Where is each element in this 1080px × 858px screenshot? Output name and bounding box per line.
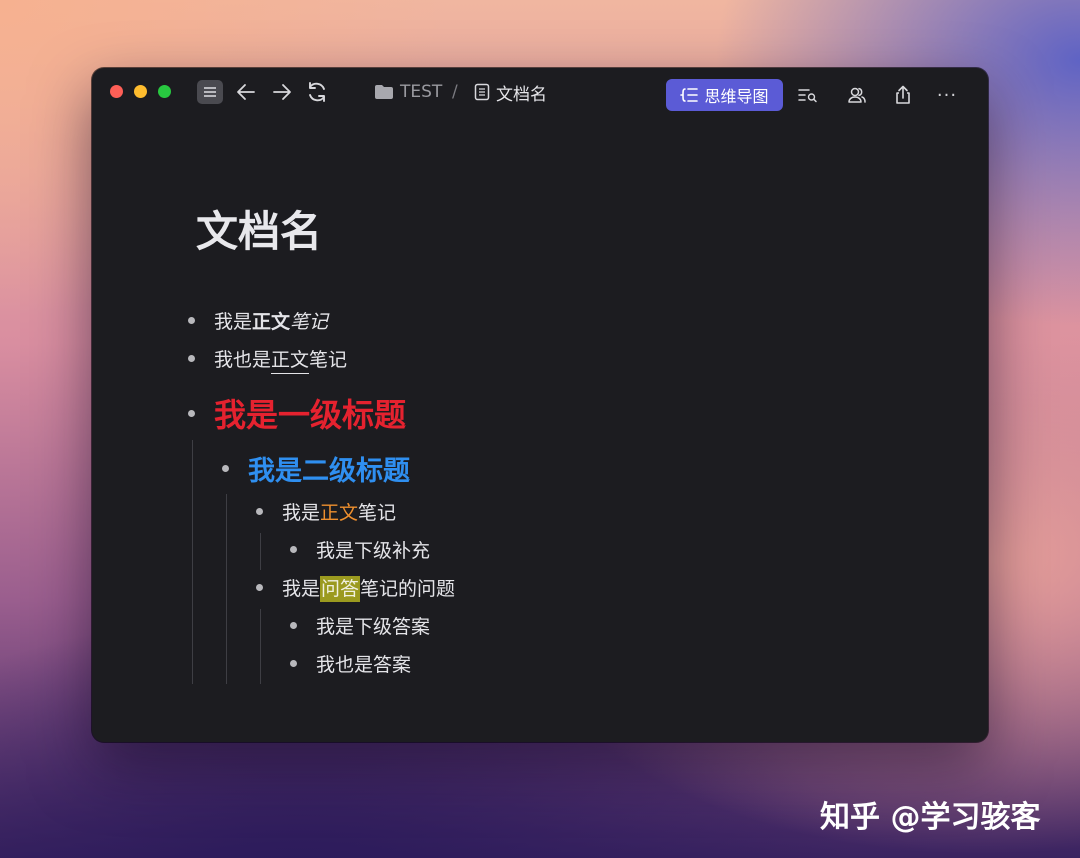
text-span: 我也是 — [214, 349, 272, 371]
breadcrumb-document-label: 文档名 — [496, 84, 547, 105]
bullet — [256, 508, 263, 515]
watermark: 知乎 @学习骇客 — [820, 800, 1041, 835]
text-span: 我是 — [214, 311, 253, 333]
menu-icon — [204, 87, 216, 97]
list-item[interactable]: 我是下级补充 — [290, 536, 430, 563]
bullet — [188, 317, 195, 324]
app-window: TEST / 文档名 思维导图 ··· 文档名 我是正文笔记 我也是正文笔记 我 — [92, 68, 988, 742]
colored-text: 正文 — [320, 502, 359, 524]
heading-2-item[interactable]: 我是二级标题 — [222, 449, 410, 488]
bullet — [290, 660, 297, 667]
mindmap-icon — [680, 88, 699, 102]
indent-guide — [192, 440, 193, 684]
heading-2-text: 我是二级标题 — [248, 456, 410, 487]
list-item-text: 我也是答案 — [316, 654, 412, 676]
heading-1-text: 我是一级标题 — [214, 396, 407, 434]
indent-guide — [260, 533, 261, 570]
mindmap-button[interactable]: 思维导图 — [666, 79, 783, 111]
underlined-text: 正文 — [271, 349, 310, 374]
bullet — [188, 355, 195, 362]
text-span: 笔记 — [358, 502, 397, 524]
arrow-left-icon — [237, 84, 255, 100]
bullet — [290, 622, 297, 629]
italic-text: 笔记 — [290, 311, 329, 333]
folder-icon — [375, 85, 393, 99]
sidebar-toggle-button[interactable] — [197, 80, 223, 104]
outline-search-button[interactable] — [795, 82, 821, 108]
breadcrumb-folder[interactable]: TEST — [374, 80, 442, 104]
sync-button[interactable] — [304, 80, 330, 104]
text-span: 笔记的问题 — [360, 578, 456, 600]
text-span: 我是 — [282, 578, 321, 600]
mindmap-button-label: 思维导图 — [704, 87, 769, 106]
list-item[interactable]: 我也是答案 — [290, 650, 411, 677]
share-icon — [896, 85, 910, 104]
maximize-window-button[interactable] — [158, 85, 171, 98]
list-item[interactable]: 我是正文笔记 — [188, 307, 328, 334]
users-icon — [848, 87, 866, 103]
breadcrumb-separator: / — [452, 82, 458, 102]
indent-guide — [260, 609, 261, 684]
list-item[interactable]: 我也是正文笔记 — [188, 345, 348, 374]
highlighted-text: 问答 — [320, 576, 361, 602]
arrow-right-icon — [273, 84, 291, 100]
outline-search-icon — [798, 89, 817, 103]
minimize-window-button[interactable] — [134, 85, 147, 98]
refresh-icon — [309, 82, 325, 102]
more-options-button[interactable]: ··· — [934, 82, 960, 108]
bold-text: 正文 — [252, 311, 291, 333]
list-item[interactable]: 我是正文笔记 — [256, 498, 396, 525]
list-item[interactable]: 我是下级答案 — [290, 612, 430, 639]
document-icon — [474, 83, 490, 101]
bullet — [188, 409, 195, 417]
forward-button[interactable] — [270, 80, 294, 104]
bullet — [290, 546, 297, 553]
text-span: 我是 — [282, 502, 321, 524]
breadcrumb-folder-label: TEST — [400, 82, 443, 102]
breadcrumb-document[interactable]: 文档名 — [474, 80, 547, 105]
back-button[interactable] — [234, 80, 258, 104]
document-title[interactable]: 文档名 — [196, 198, 322, 259]
close-window-button[interactable] — [110, 85, 123, 98]
heading-1-item[interactable]: 我是一级标题 — [188, 390, 406, 436]
collaborators-button[interactable] — [844, 82, 870, 108]
share-button[interactable] — [890, 82, 916, 108]
text-span: 笔记 — [309, 349, 348, 371]
bullet — [222, 465, 229, 472]
list-item[interactable]: 我是问答笔记的问题 — [256, 574, 456, 602]
bullet — [256, 584, 263, 591]
indent-guide — [226, 494, 227, 684]
list-item-text: 我是下级答案 — [316, 616, 431, 638]
list-item-text: 我是下级补充 — [316, 540, 431, 562]
